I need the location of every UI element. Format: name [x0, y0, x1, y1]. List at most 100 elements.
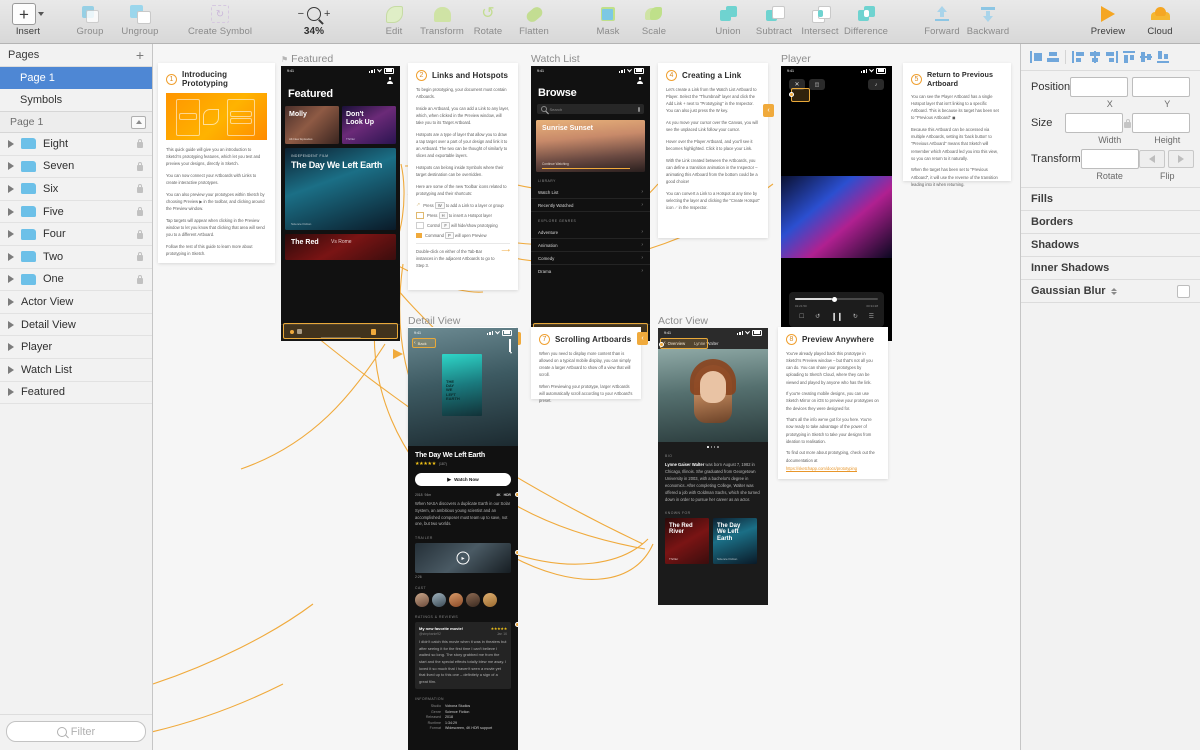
toolbar-cloud-button[interactable]: Cloud [1140, 0, 1180, 37]
movie-card[interactable]: Molly All-New Episodes [285, 106, 339, 144]
bookmark-icon[interactable] [509, 340, 511, 352]
artboard-watch-list[interactable]: 9:41 Browse Search Sunrise Sunset [531, 66, 650, 341]
lock-icon[interactable] [136, 252, 144, 261]
toolbar-ungroup-button[interactable]: Ungroup [120, 0, 160, 37]
blur-enable-checkbox[interactable] [1177, 285, 1190, 298]
disclosure-triangle-icon[interactable] [8, 366, 14, 374]
avatar[interactable] [466, 593, 480, 607]
docs-link[interactable]: https://sketchapp.com/docs/prototyping [786, 466, 857, 471]
artboard-featured[interactable]: 9:41 Featured Molly All-New Episodes Don… [281, 66, 400, 341]
scrubber-track[interactable] [795, 298, 878, 300]
align-right-edges-icon[interactable] [1105, 50, 1119, 64]
toolbar-create-symbol-button[interactable]: ↻ Create Symbol [200, 0, 240, 37]
layer-row[interactable]: Four [0, 223, 152, 246]
airplay-icon[interactable]: ☐ [799, 313, 804, 320]
artboard-label-detail-view[interactable]: Detail View [408, 315, 460, 327]
list-item[interactable]: Recently Watched › [531, 199, 650, 212]
add-page-icon[interactable]: + [136, 48, 144, 62]
align-vertical-centers-icon[interactable] [1139, 50, 1153, 64]
artboard-label-actor-view[interactable]: Actor View [658, 315, 708, 327]
avatar[interactable] [432, 593, 446, 607]
layer-row[interactable]: Eight [0, 133, 152, 156]
disclosure-triangle-icon[interactable] [8, 321, 14, 329]
section-inner-shadows[interactable]: Inner Shadows [1021, 256, 1200, 279]
artboard-detail-view[interactable]: THEDAYWELEFTEARTH 9:41 ‹ Back The Day We… [408, 328, 518, 750]
toolbar-difference-button[interactable]: Difference [846, 0, 886, 37]
hotspot-overview-tab[interactable] [660, 338, 708, 349]
list-item[interactable]: Drama › [531, 265, 650, 277]
featured-banner[interactable]: INDEPENDENT FILM The Day We Left Earth S… [285, 148, 396, 230]
height-input[interactable] [1132, 113, 1190, 133]
rewind-icon[interactable]: ↺ [815, 313, 820, 320]
toolbar-insert-button[interactable]: + Insert [8, 0, 48, 37]
watch-now-button[interactable]: ▶ Watch Now [415, 473, 511, 486]
disclosure-triangle-icon[interactable] [8, 275, 14, 283]
page-item-symbols[interactable]: Symbols [0, 89, 152, 111]
toolbar-scale-button[interactable]: Scale [634, 0, 674, 37]
disclosure-triangle-icon[interactable] [8, 298, 14, 306]
disclosure-triangle-icon[interactable] [8, 208, 14, 216]
layer-row[interactable]: Five [0, 201, 152, 224]
movie-card[interactable]: Don't Look Up Thriller [342, 106, 396, 144]
toolbar-union-button[interactable]: Union [708, 0, 748, 37]
align-bottom-icon[interactable] [1156, 50, 1170, 64]
continue-watching-card[interactable]: Sunrise Sunset Continue Watching [536, 120, 645, 172]
link-handle-left[interactable]: ‹ [763, 104, 774, 117]
section-borders[interactable]: Borders [1021, 210, 1200, 233]
known-for-card[interactable]: The Day We Left Earth Science Fiction [713, 518, 757, 564]
lock-icon[interactable] [136, 139, 144, 148]
trailer-thumbnail[interactable]: ▶ [415, 543, 511, 573]
disclosure-triangle-icon[interactable] [8, 230, 14, 238]
section-fills[interactable]: Fills [1021, 187, 1200, 210]
profile-icon-row[interactable] [531, 75, 650, 84]
disclosure-triangle-icon[interactable] [8, 343, 14, 351]
filter-input[interactable]: Filter [6, 721, 146, 742]
link-dot-cast[interactable] [515, 622, 518, 627]
flip-horizontal-button[interactable] [1139, 150, 1165, 168]
link-dot[interactable] [789, 92, 794, 97]
layer-row[interactable]: One [0, 269, 152, 292]
mic-icon[interactable] [638, 107, 641, 112]
pip-button[interactable]: ◫ [809, 79, 825, 90]
layer-row[interactable]: Actor View [0, 291, 152, 314]
list-item[interactable]: Adventure › [531, 226, 650, 239]
disclosure-triangle-icon[interactable] [8, 185, 14, 193]
layer-row[interactable]: Six [0, 178, 152, 201]
list-item[interactable]: Animation › [531, 239, 650, 252]
toolbar-flatten-button[interactable]: Flatten [514, 0, 554, 37]
disclosure-triangle-icon[interactable] [8, 388, 14, 396]
artboard-player[interactable]: 9:41 ✕ ◫ ♪ [781, 66, 892, 341]
volume-button[interactable]: ♪ [868, 79, 884, 90]
layer-row[interactable]: Two [0, 246, 152, 269]
list-item[interactable]: Watch List › [531, 186, 650, 199]
subtitles-icon[interactable]: ☰ [869, 313, 874, 320]
flip-vertical-button[interactable] [1168, 150, 1194, 168]
position-y-input[interactable] [1132, 77, 1190, 97]
layer-row[interactable]: Detail View [0, 314, 152, 337]
hotspot-back[interactable] [412, 338, 436, 348]
disclosure-triangle-icon[interactable] [8, 253, 14, 261]
artboard-label-featured[interactable]: ⚑ Featured [281, 53, 333, 65]
artboard-label-watch-list[interactable]: Watch List [531, 53, 580, 65]
list-item[interactable]: Comedy › [531, 252, 650, 265]
layer-row[interactable]: Watch List [0, 359, 152, 382]
align-left-icon[interactable] [1029, 50, 1043, 64]
section-gaussian-blur[interactable]: Gaussian Blur [1021, 279, 1200, 303]
align-left-edges-icon[interactable] [1071, 50, 1085, 64]
toolbar-intersect-button[interactable]: Intersect [800, 0, 840, 37]
avatar[interactable] [415, 593, 429, 607]
toolbar-transform-button[interactable]: Transform [422, 0, 462, 37]
profile-icon-row[interactable] [281, 75, 400, 84]
toolbar-forward-button[interactable]: Forward [922, 0, 962, 37]
toolbar-zoom-control[interactable]: − + 34% [286, 0, 342, 37]
page-item-page1[interactable]: Page 1 [0, 67, 152, 89]
position-x-input[interactable] [1070, 77, 1128, 97]
link-handle-card7[interactable]: ‹ [637, 332, 648, 345]
lock-icon[interactable] [136, 162, 144, 171]
pause-icon[interactable]: ❙❙ [831, 312, 842, 321]
blur-type-stepper-icon[interactable] [1111, 288, 1117, 295]
artboard-label-player[interactable]: Player [781, 53, 811, 65]
search-field[interactable]: Search [537, 104, 644, 114]
rotate-input[interactable] [1081, 149, 1139, 169]
artboard-actor-view[interactable]: 9:41 ‹ Overview Lynne Walter [658, 328, 768, 605]
